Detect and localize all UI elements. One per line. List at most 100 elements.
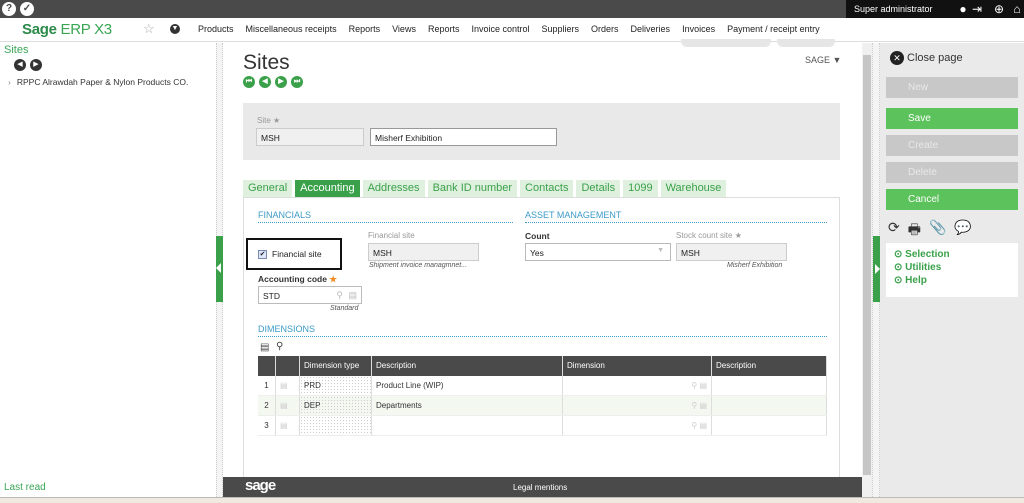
last-read-link[interactable]: Last read [4, 482, 46, 493]
tab-stub[interactable] [777, 39, 835, 47]
menu-item-deliveries[interactable]: Deliveries [631, 24, 671, 34]
next-record-icon[interactable]: ▶ [275, 76, 287, 88]
menu-item-payment-receipt[interactable]: Payment / receipt entry [727, 24, 820, 34]
folder-selector[interactable]: SAGE ▼ [805, 55, 841, 65]
vertical-scrollbar[interactable] [862, 43, 872, 497]
search-icon[interactable]: ⚲ [336, 290, 343, 301]
count-select[interactable]: Yes ▼ [525, 243, 671, 261]
close-page-label: Close page [907, 52, 963, 64]
menu-item-suppliers[interactable]: Suppliers [542, 24, 580, 34]
menu-item-products[interactable]: Products [198, 24, 234, 34]
home-icon[interactable]: ⌂ [1010, 2, 1024, 16]
user-icon[interactable]: ● [956, 2, 970, 16]
action-links: ⊙ Selection ⊙ Utilities ⊙ Help [886, 243, 1018, 297]
menu-item-orders[interactable]: Orders [591, 24, 619, 34]
tab-accounting[interactable]: Accounting [295, 180, 360, 197]
last-record-icon[interactable]: ⏭ [291, 76, 303, 88]
previous-record-icon[interactable]: ◀ [259, 76, 271, 88]
site-name-field[interactable]: Misherf Exhibition [370, 128, 557, 146]
col-header-dimension-type[interactable]: Dimension type [300, 356, 372, 376]
col-header-dim-description[interactable]: Description [712, 356, 827, 376]
legal-mentions-link[interactable]: Legal mentions [513, 483, 567, 492]
save-button[interactable]: Save [886, 108, 1018, 129]
attachment-icon[interactable]: 📎 [929, 219, 946, 243]
detail-icon[interactable]: ▤ [348, 290, 357, 301]
menu-item-invoice-control[interactable]: Invoice control [471, 24, 529, 34]
next-icon[interactable]: ▶ [30, 59, 42, 71]
financial-site-checkbox-label[interactable]: Financial site [272, 249, 322, 259]
financials-section-title: FINANCIALS [258, 210, 513, 223]
financial-site-checkbox[interactable]: ✔ [258, 250, 267, 259]
vertical-scrollbar-thumb[interactable] [863, 55, 871, 475]
tab-addresses[interactable]: Addresses [362, 180, 425, 197]
row-action-icon[interactable]: ▤ [276, 376, 300, 395]
app-logo[interactable]: Sage ERP X3 [22, 21, 112, 38]
help-icon[interactable]: ? [2, 2, 16, 16]
tab-contacts[interactable]: Contacts [520, 180, 574, 197]
main-content: Sites SAGE ▼ ⏮ ◀ ▶ ⏭ Site ★ MSH Misherf … [223, 39, 863, 497]
cell-dimension[interactable]: ⚲ ▤ [563, 396, 712, 415]
comment-icon[interactable]: 💬 [954, 219, 971, 243]
print-icon[interactable]: 🖶 [908, 219, 921, 243]
row-action-icon[interactable]: ▤ [276, 416, 300, 435]
logo-brand: Sage [22, 21, 57, 38]
tab-stub[interactable] [681, 39, 771, 47]
user-name[interactable]: Super administrator [854, 4, 933, 14]
refresh-icon[interactable]: ⟳ [888, 219, 900, 243]
col-header-description[interactable]: Description [372, 356, 563, 376]
grid-search-icon[interactable]: ⚲ [276, 341, 283, 352]
help-link[interactable]: ⊙ Help [894, 275, 1010, 286]
chevron-down-icon[interactable]: ▼ [170, 24, 180, 34]
grid-options-icon[interactable]: ▤ [260, 342, 269, 353]
wrench-icon[interactable]: ✓ [20, 2, 34, 16]
menu-item-invoices[interactable]: Invoices [682, 24, 715, 34]
close-page-button[interactable]: ✕ Close page [890, 51, 963, 65]
cell-dimension[interactable]: ⚲ ▤ [563, 416, 712, 435]
stock-count-site-field[interactable]: MSH [676, 243, 787, 261]
cell-dimension-type[interactable]: DEP [300, 396, 372, 415]
cell-dimension[interactable]: ⚲ ▤ [563, 376, 712, 395]
globe-icon[interactable]: ⊕ [992, 2, 1006, 16]
menu-item-reports-2[interactable]: Reports [428, 24, 460, 34]
favorite-star-icon[interactable]: ☆ [143, 21, 155, 37]
accounting-code-field[interactable]: STD ⚲ ▤ [258, 286, 362, 304]
main-menu: Products Miscellaneous receipts Reports … [198, 24, 832, 34]
menu-item-views[interactable]: Views [392, 24, 416, 34]
detail-icon: ▤ [699, 421, 707, 430]
financial-site-field[interactable]: MSH [368, 243, 479, 261]
first-record-icon[interactable]: ⏮ [243, 76, 255, 88]
caret-down-icon: ▼ [832, 55, 842, 65]
tab-warehouse[interactable]: Warehouse [660, 180, 727, 197]
menu-item-reports[interactable]: Reports [349, 24, 381, 34]
cell-description: Departments [372, 396, 563, 415]
cell-dimension-type[interactable]: PRD [300, 376, 372, 395]
financial-site-highlight: ✔ Financial site [246, 238, 342, 270]
row-action-icon[interactable]: ▤ [276, 396, 300, 415]
tab-bank-id-number[interactable]: Bank ID number [427, 180, 518, 197]
cell-description [372, 416, 563, 435]
tab-general[interactable]: General [243, 180, 293, 197]
table-row[interactable]: 2 ▤ DEP Departments ⚲ ▤ [258, 396, 827, 416]
window-bottom-edge [0, 497, 1024, 503]
collapse-left-handle[interactable] [216, 236, 223, 302]
cancel-button[interactable]: Cancel [886, 189, 1018, 210]
menu-item-misc-receipts[interactable]: Miscellaneous receipts [246, 24, 337, 34]
col-header-dimension[interactable]: Dimension [563, 356, 712, 376]
delete-button[interactable]: Delete [886, 162, 1018, 183]
prev-icon[interactable]: ◀ [14, 59, 26, 71]
utilities-link[interactable]: ⊙ Utilities [894, 262, 1010, 273]
expand-icon[interactable]: › [8, 77, 11, 87]
collapse-right-handle[interactable] [873, 236, 880, 302]
logout-icon[interactable]: ⇥ [970, 2, 984, 16]
row-number: 1 [258, 376, 276, 395]
site-code-field[interactable]: MSH [256, 128, 364, 146]
table-row[interactable]: 1 ▤ PRD Product Line (WIP) ⚲ ▤ [258, 376, 827, 396]
create-button[interactable]: Create [886, 135, 1018, 156]
tree-item[interactable]: › RPPC Alrawdah Paper & Nylon Products CO… [8, 77, 188, 87]
tab-details[interactable]: Details [576, 180, 621, 197]
cell-dimension-type[interactable] [300, 416, 372, 435]
tab-1099[interactable]: 1099 [623, 180, 658, 197]
selection-link[interactable]: ⊙ Selection [894, 249, 1010, 260]
table-row[interactable]: 3 ▤ ⚲ ▤ [258, 416, 827, 436]
new-button[interactable]: New [886, 77, 1018, 98]
